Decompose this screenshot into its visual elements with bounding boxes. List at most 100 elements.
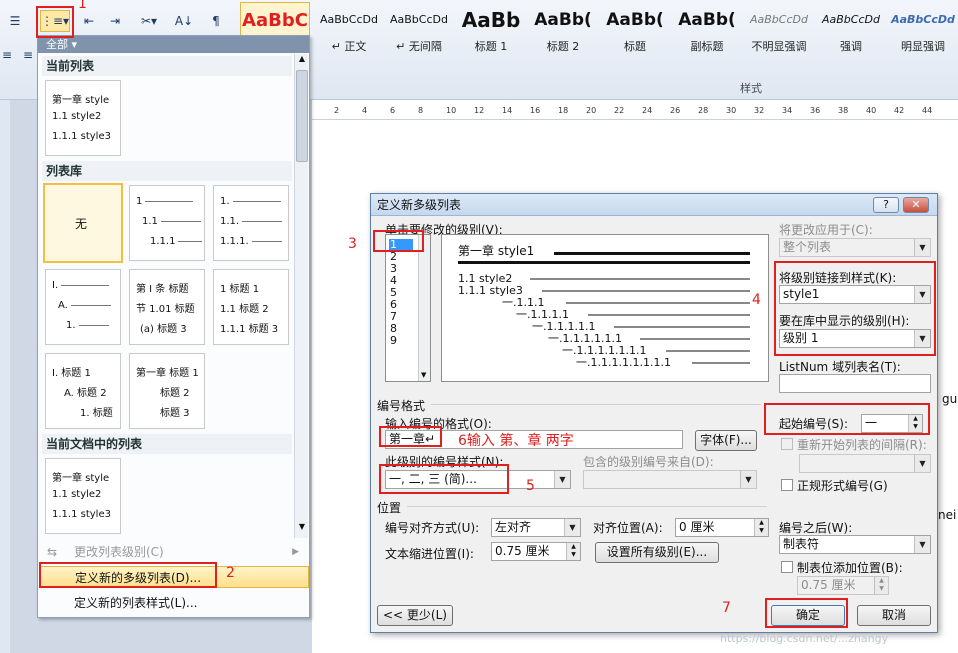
thumb-line: 1.	[66, 320, 109, 331]
include-level-select[interactable]: ▼	[583, 470, 757, 489]
style-name: 标题 2	[546, 40, 580, 53]
tab-stop-input[interactable]: 0.75 厘米 ▲ ▼	[797, 576, 889, 595]
annotation-number: 4	[752, 292, 761, 308]
thumb-numeric-dot[interactable]: 1. 1.1. 1.1.1.	[213, 185, 289, 261]
scroll-thumb[interactable]	[296, 70, 308, 162]
ruler-tick-label: 14	[502, 106, 513, 115]
ruler-tick-label: 16	[530, 106, 541, 115]
thumb-article[interactable]: 第 I 条 标题 节 1.01 标题 (a) 标题 3	[129, 269, 205, 345]
align-at-input[interactable]: 0 厘米 ▲ ▼	[675, 518, 769, 537]
sort-icon[interactable]: A↓	[172, 10, 196, 32]
restart-label: 重新开始列表的间隔(R):	[797, 438, 927, 452]
thumb-line: 节 1.01 标题	[136, 304, 195, 315]
thumb-numeric[interactable]: 1 1.1 1.1.1	[129, 185, 205, 261]
spinner-arrows-icon[interactable]: ▲ ▼	[566, 543, 580, 560]
thumb-line: 1.1.1 style3	[52, 131, 111, 142]
doc-text-fragment: nei	[938, 508, 957, 522]
apply-to-select[interactable]: 整个列表 ▼	[779, 238, 931, 257]
ruler-tick-label: 40	[866, 106, 877, 115]
align-select[interactable]: 左对齐 ▼	[491, 518, 581, 537]
scroll-up-icon[interactable]: ▲	[296, 54, 308, 68]
thumb-document-list[interactable]: 第一章 style 1.1 style2 1.1.1 style3	[45, 458, 121, 534]
style-sample: AaBb(	[678, 10, 736, 30]
style-item-subtitle[interactable]: AaBb( 副标题	[672, 2, 742, 58]
gallery-filter[interactable]: 全部 ▾	[38, 36, 309, 53]
style-item-normal[interactable]: AaBbCcDd ↵ 正文	[314, 2, 384, 58]
scroll-down-icon[interactable]: ▼	[421, 371, 426, 379]
restart-checkbox[interactable]	[781, 438, 793, 450]
gallery-scrollbar[interactable]: ▲ ▼	[294, 54, 308, 538]
select-value: 整个列表	[783, 240, 832, 254]
style-item-title[interactable]: AaBb( 标题	[600, 2, 670, 58]
position-group: 位置	[377, 501, 402, 515]
set-all-levels-button[interactable]: 设置所有级别(E)...	[595, 542, 719, 563]
indent-input[interactable]: 0.75 厘米 ▲ ▼	[491, 542, 581, 561]
style-item-subtle-emphasis[interactable]: AaBbCcDd 不明显强调	[744, 2, 814, 58]
font-button[interactable]: 字体(F)...	[695, 430, 757, 451]
cancel-button[interactable]: 取消	[857, 605, 931, 626]
annotation-number: 3	[348, 236, 357, 252]
style-sample: AaBbCcDd	[390, 13, 448, 26]
thumb-line: 1.1.1	[150, 236, 203, 247]
group-divider	[431, 404, 761, 405]
style-item-heading2[interactable]: AaBb( 标题 2	[528, 2, 598, 58]
level-item[interactable]: 9	[389, 335, 413, 347]
annotation-box	[379, 464, 509, 494]
less-button[interactable]: << 更少(L)	[377, 605, 453, 626]
legal-numbering-label: 正规形式编号(G)	[797, 479, 888, 493]
group-divider	[407, 506, 767, 507]
thumb-line: 1.	[220, 196, 281, 207]
thumb-current-list[interactable]: 第一章 style 1.1 style2 1.1.1 style3	[45, 80, 121, 156]
thumb-heading-roman[interactable]: I. 标题 1 A. 标题 2 1. 标题	[45, 353, 121, 429]
style-name: 明显强调	[901, 40, 945, 53]
thumb-heading-numeric[interactable]: 1 标题 1 1.1 标题 2 1.1.1 标题 3	[213, 269, 289, 345]
close-button[interactable]: ✕	[903, 197, 929, 213]
ruler-tick-label: 26	[670, 106, 681, 115]
level-list[interactable]: 1 2 3 4 5 6 7 8 9 ▼	[385, 234, 431, 382]
thumb-line: 1.1 style2	[52, 111, 102, 122]
scroll-down-icon[interactable]: ▼	[296, 522, 308, 536]
align-center-icon[interactable]: ≡	[20, 44, 36, 66]
style-item-intense-emphasis[interactable]: AaBbCcDd 明显强调	[888, 2, 958, 58]
menu-define-list-style[interactable]: 定义新的列表样式(L)...	[39, 592, 309, 614]
increase-indent-icon[interactable]: ⇥	[104, 10, 126, 32]
chinese-layout-icon[interactable]: ✂▾	[136, 10, 162, 32]
thumb-roman[interactable]: I. A. 1.	[45, 269, 121, 345]
style-sample: AaBb	[461, 8, 521, 32]
ruler-tick-label: 42	[894, 106, 905, 115]
dropdown-arrow-icon: ▼	[914, 536, 930, 553]
preview-bar	[458, 261, 750, 264]
align-left-icon[interactable]: ≡	[0, 44, 14, 66]
thumb-line: I. 标题 1	[52, 368, 91, 379]
style-name: 副标题	[690, 40, 724, 53]
ruler-tick-label: 28	[698, 106, 709, 115]
listnum-input[interactable]	[779, 374, 931, 393]
style-name: 不明显强调	[751, 40, 807, 53]
menu-change-list-level[interactable]: ⇆ 更改列表级别(C) ▶	[39, 541, 309, 563]
annotation-box	[764, 403, 930, 435]
tab-stop-checkbox[interactable]	[781, 561, 793, 573]
style-sample: AaBb(	[534, 10, 592, 30]
style-item-emphasis[interactable]: AaBbCcDd 强调	[816, 2, 886, 58]
thumb-chapter[interactable]: 第一章 标题 1 标题 2 标题 3	[129, 353, 205, 429]
bullets-icon[interactable]: ☰	[4, 10, 26, 32]
annotation-box	[39, 562, 217, 588]
spin-value: 0.75 厘米	[801, 578, 856, 592]
spinner-arrows-icon[interactable]: ▲ ▼	[754, 519, 768, 536]
thumb-line: 第一章 style	[52, 95, 110, 106]
decrease-indent-icon[interactable]: ⇤	[78, 10, 100, 32]
thumb-none[interactable]: 无	[43, 183, 123, 263]
style-item-heading1[interactable]: AaBb 标题 1	[456, 2, 526, 58]
legal-numbering-checkbox[interactable]	[781, 479, 793, 491]
restart-select[interactable]: ▼	[799, 454, 931, 473]
dropdown-arrow-icon: ▼	[554, 471, 570, 488]
style-item-no-spacing[interactable]: AaBbCcDd ↵ 无间隔	[384, 2, 454, 58]
follow-number-select[interactable]: 制表符 ▼	[779, 535, 931, 554]
doc-text-fragment: guo	[942, 392, 958, 406]
show-marks-icon[interactable]: ¶	[204, 10, 228, 32]
annotation-box	[373, 230, 424, 252]
spinner-arrows-icon[interactable]: ▲ ▼	[874, 577, 888, 594]
help-button[interactable]: ?	[873, 197, 899, 213]
thumb-line: A.	[58, 300, 111, 311]
level-list-scrollbar[interactable]: ▼	[418, 235, 430, 381]
